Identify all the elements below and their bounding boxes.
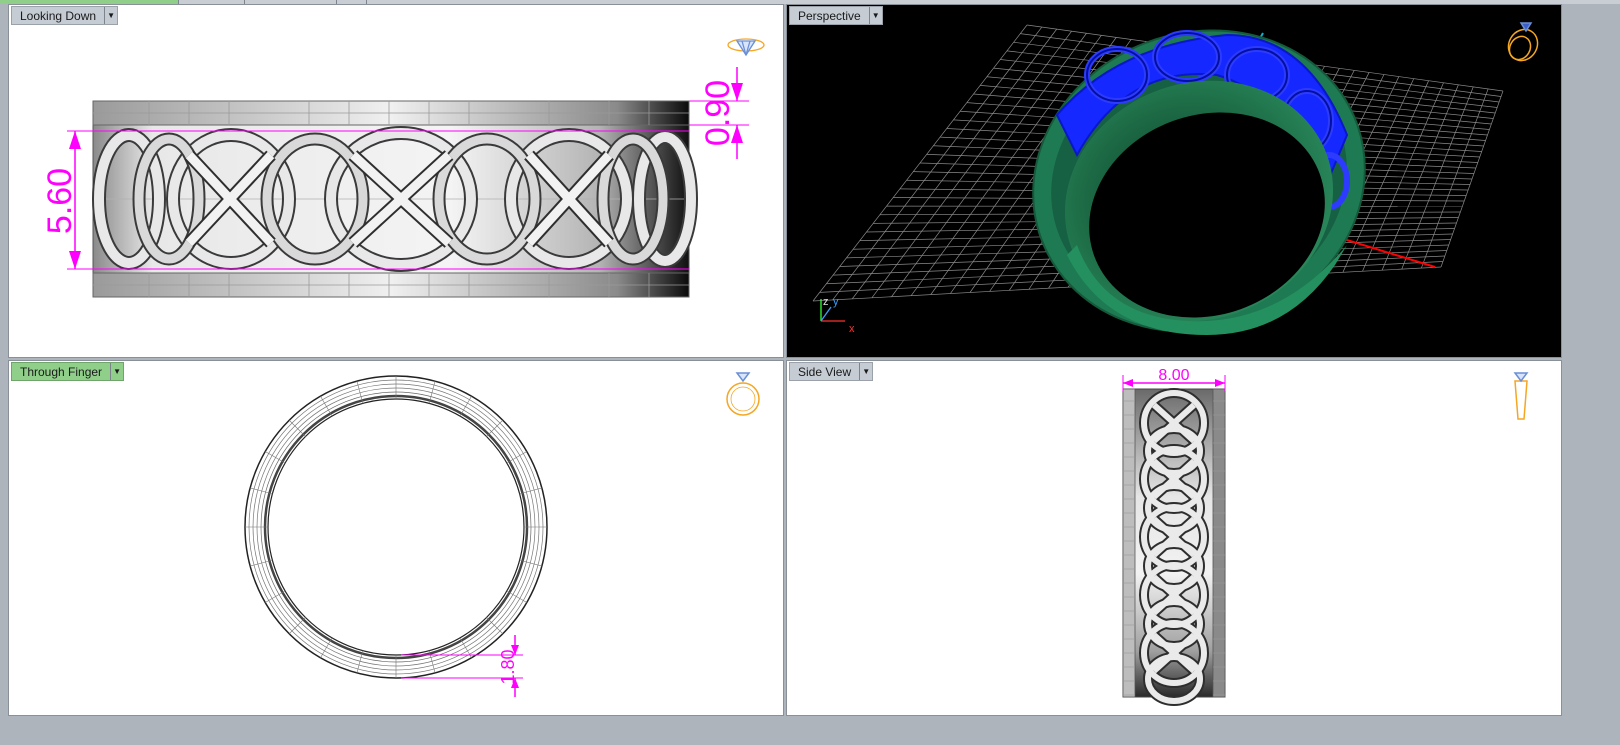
ring-perspective-gizmo-icon[interactable]: [1503, 22, 1543, 66]
dimension-width-value: 8.00: [1158, 367, 1189, 384]
ring-3d-model: [1032, 29, 1366, 335]
ring-top-gizmo-icon[interactable]: [727, 38, 765, 57]
dropdown-arrow-icon[interactable]: ▼: [110, 363, 123, 380]
viewport-label-side-view[interactable]: Side View ▼: [789, 362, 874, 381]
dropdown-arrow-icon[interactable]: ▼: [104, 7, 117, 24]
viewport-side-view[interactable]: 8.00 Side View ▼: [786, 360, 1562, 716]
axis-label-z: z: [823, 296, 829, 308]
viewport-label-text: Through Finger: [20, 365, 103, 379]
ring-side-gizmo-icon[interactable]: [1513, 372, 1529, 420]
viewport-looking-down[interactable]: 5.60 0.90 Looking Down ▼: [8, 4, 784, 358]
viewport-through-finger[interactable]: 1.80 Through Finger ▼: [8, 360, 784, 716]
ring-front-gizmo-icon[interactable]: [726, 372, 760, 416]
viewport-label-text: Side View: [798, 365, 852, 379]
dimension-height-left-value: 5.60: [41, 168, 79, 234]
axis-label-y: y: [833, 296, 839, 308]
dimension-height-right-value: 0.90: [699, 80, 737, 146]
viewport-label-through-finger[interactable]: Through Finger ▼: [11, 362, 125, 381]
dimension-thickness-value: 1.80: [498, 649, 518, 684]
axis-label-x: x: [849, 323, 855, 335]
looking-down-canvas: 5.60 0.90: [41, 38, 765, 298]
perspective-canvas: z y x: [812, 22, 1543, 335]
side-view-canvas: 8.00: [1122, 367, 1529, 706]
viewport-perspective[interactable]: z y x Perspective ▼: [786, 4, 1562, 358]
viewport-label-text: Perspective: [798, 9, 861, 23]
viewport-label-perspective[interactable]: Perspective ▼: [789, 6, 883, 25]
through-finger-canvas: 1.80: [244, 372, 760, 697]
ring-profile-front: [244, 375, 548, 679]
viewport-label-looking-down[interactable]: Looking Down ▼: [11, 6, 119, 25]
dropdown-arrow-icon[interactable]: ▼: [868, 7, 882, 24]
dropdown-arrow-icon[interactable]: ▼: [859, 363, 872, 380]
viewport-label-text: Looking Down: [20, 9, 97, 23]
